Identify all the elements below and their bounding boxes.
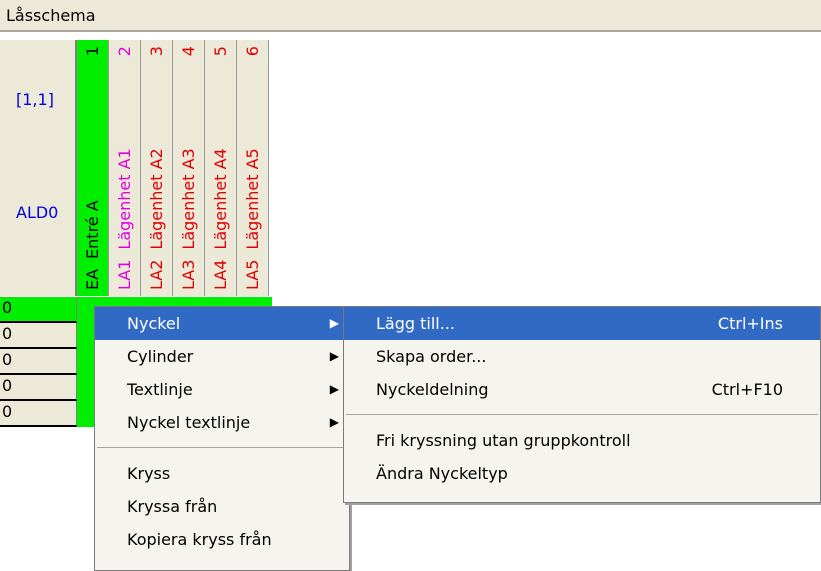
- column-code: LA3: [178, 259, 198, 290]
- menu-item-cylinder[interactable]: Cylinder ▶: [95, 340, 349, 373]
- column-id: 5: [210, 46, 230, 57]
- menu-item-kopiera-kryss-fran[interactable]: Kopiera kryss från: [95, 523, 349, 556]
- window-title: Låsschema: [6, 6, 96, 25]
- column-header-3[interactable]: LA2 Lägenhet A2 3: [141, 40, 173, 296]
- column-header-4[interactable]: LA3 Lägenhet A3 4: [173, 40, 205, 296]
- menu-shortcut: Ctrl+F10: [711, 380, 783, 399]
- menu-shortcut: Ctrl+Ins: [717, 314, 783, 333]
- submenu-item-lagg-till[interactable]: Lägg till... Ctrl+Ins: [344, 307, 820, 340]
- submenu-arrow-icon: ▶: [329, 349, 339, 363]
- column-code: LA4: [210, 259, 230, 290]
- menu-item-label: Textlinje: [127, 380, 193, 399]
- cell-coordinate: [1,1]: [16, 90, 54, 109]
- column-id: 6: [242, 46, 262, 57]
- submenu-arrow-icon: ▶: [329, 415, 339, 429]
- menu-item-kryss[interactable]: Kryss: [95, 457, 349, 490]
- column-header-2[interactable]: LA1 Lägenhet A1 2: [109, 40, 141, 296]
- column-header-6[interactable]: LA5 Lägenhet A5 6: [237, 40, 269, 296]
- column-id: 1: [82, 46, 102, 57]
- menu-separator: [97, 447, 347, 448]
- row-label[interactable]: 0: [0, 297, 77, 323]
- menu-item-label: Nyckeldelning: [376, 380, 489, 399]
- menu-item-kryssa-fran[interactable]: Kryssa från: [95, 490, 349, 523]
- column-code: LA2: [146, 259, 166, 290]
- column-header-1[interactable]: EA Entré A 1: [77, 40, 109, 296]
- column-id: 2: [114, 46, 134, 57]
- column-name: Lägenhet A5: [242, 148, 262, 250]
- submenu-item-skapa-order[interactable]: Skapa order...: [344, 340, 820, 373]
- menu-item-label: Ändra Nyckeltyp: [376, 464, 508, 483]
- context-menu: Nyckel ▶ Cylinder ▶ Textlinje ▶ Nyckel t…: [94, 306, 350, 571]
- submenu-arrow-icon: ▶: [329, 316, 339, 330]
- window-title-bar: Låsschema: [0, 0, 821, 32]
- menu-item-label: Skapa order...: [376, 347, 487, 366]
- submenu-arrow-icon: ▶: [329, 382, 339, 396]
- menu-item-label: Nyckel: [127, 314, 181, 333]
- column-code: LA5: [242, 259, 262, 290]
- submenu-item-andra-nyckeltyp[interactable]: Ändra Nyckeltyp: [344, 457, 820, 490]
- menu-item-label: Fri kryssning utan gruppkontroll: [376, 431, 631, 450]
- nyckel-submenu: Lägg till... Ctrl+Ins Skapa order... Nyc…: [343, 306, 821, 503]
- menu-item-label: Kryssa från: [127, 497, 218, 516]
- column-id: 4: [178, 46, 198, 57]
- column-header-5[interactable]: LA4 Lägenhet A4 5: [205, 40, 237, 296]
- menu-item-textlinje[interactable]: Textlinje ▶: [95, 373, 349, 406]
- menu-item-label: Nyckel textlinje: [127, 413, 251, 432]
- row-label[interactable]: 0: [0, 323, 77, 349]
- matrix-corner: [1,1] ALD0: [0, 40, 77, 296]
- column-code: EA: [82, 268, 102, 290]
- row-label[interactable]: 0: [0, 375, 77, 401]
- menu-item-nyckel[interactable]: Nyckel ▶: [95, 307, 349, 340]
- menu-item-label: Kopiera kryss från: [127, 530, 272, 549]
- column-name: Lägenhet A3: [178, 148, 198, 250]
- column-name: Entré A: [82, 200, 102, 259]
- row-label[interactable]: 0: [0, 401, 77, 427]
- submenu-item-fri-kryssning[interactable]: Fri kryssning utan gruppkontroll: [344, 424, 820, 457]
- menu-item-label: Lägg till...: [376, 314, 455, 333]
- menu-item-label: Cylinder: [127, 347, 194, 366]
- column-name: Lägenhet A1: [114, 148, 134, 250]
- menu-item-nyckel-textlinje[interactable]: Nyckel textlinje ▶: [95, 406, 349, 439]
- row-label[interactable]: 0: [0, 349, 77, 375]
- schedule-name: ALD0: [16, 203, 59, 222]
- column-name: Lägenhet A2: [146, 148, 166, 250]
- submenu-item-nyckeldelning[interactable]: Nyckeldelning Ctrl+F10: [344, 373, 820, 406]
- column-name: Lägenhet A4: [210, 148, 230, 250]
- column-id: 3: [146, 46, 166, 57]
- column-code: LA1: [114, 259, 134, 290]
- menu-separator: [346, 414, 818, 415]
- menu-item-label: Kryss: [127, 464, 171, 483]
